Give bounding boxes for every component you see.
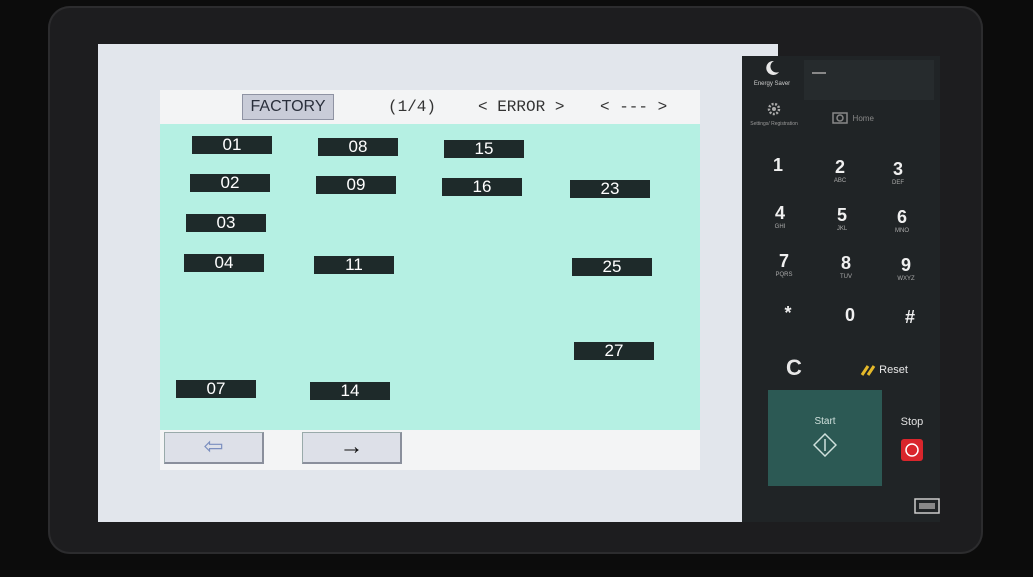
cell-11[interactable]: 11 xyxy=(314,256,394,274)
key-3-letters: DEF xyxy=(892,180,904,186)
key-4-digit: 4 xyxy=(774,203,785,223)
key-4-letters: GHI xyxy=(774,224,786,230)
moon-icon xyxy=(766,60,779,75)
key-7[interactable]: 7 PQRS xyxy=(754,250,814,290)
reset-button[interactable]: Reset xyxy=(834,356,934,384)
next-page-button[interactable]: → xyxy=(302,432,402,464)
page-indicator: (1/4) xyxy=(388,98,437,116)
key-9-letters: WXYZ xyxy=(897,276,915,282)
home-icon xyxy=(832,112,848,124)
key-9[interactable]: 9 WXYZ xyxy=(876,254,936,294)
stop-icon xyxy=(901,439,923,461)
sub-nav[interactable]: < --- > xyxy=(600,98,667,116)
clear-button[interactable]: C xyxy=(766,350,822,386)
key-8[interactable]: 8 TUV xyxy=(816,252,876,292)
key-0-digit: 0 xyxy=(844,305,855,325)
key-hash-symbol: # xyxy=(904,307,915,327)
cell-23[interactable]: 23 xyxy=(570,180,650,198)
start-diamond-icon xyxy=(812,432,838,458)
key-9-digit: 9 xyxy=(900,255,911,275)
cell-09[interactable]: 09 xyxy=(316,176,396,194)
energy-saver-button[interactable]: Energy Saver xyxy=(744,60,800,100)
reset-icon xyxy=(860,365,876,376)
cell-25[interactable]: 25 xyxy=(572,258,652,276)
gear-icon xyxy=(767,102,781,116)
home-button[interactable]: Home xyxy=(818,108,888,136)
key-6[interactable]: 6 MNO xyxy=(872,206,932,246)
key-5-letters: JKL xyxy=(836,226,848,232)
key-2-letters: ABC xyxy=(833,178,847,184)
key-star[interactable]: * xyxy=(758,302,818,342)
key-2-digit: 2 xyxy=(834,157,845,177)
key-7-digit: 7 xyxy=(778,251,789,271)
key-8-letters: TUV xyxy=(840,274,852,280)
stop-button[interactable]: Stop xyxy=(884,406,940,486)
cell-15[interactable]: 15 xyxy=(444,140,524,158)
error-code-grid: 01 02 03 04 07 08 09 11 14 15 16 23 25 2… xyxy=(160,124,700,430)
key-5-digit: 5 xyxy=(836,205,847,225)
key-8-digit: 8 xyxy=(840,253,851,273)
prev-page-button[interactable]: ⇦ xyxy=(164,432,264,464)
cell-14[interactable]: 14 xyxy=(310,382,390,400)
key-0[interactable]: 0 xyxy=(820,304,880,344)
factory-error-panel: FACTORY (1/4) < ERROR > < --- > 01 02 03… xyxy=(160,90,700,470)
start-button[interactable]: Start xyxy=(768,390,882,486)
cell-08[interactable]: 08 xyxy=(318,138,398,156)
key-7-letters: PQRS xyxy=(775,272,793,278)
cell-16[interactable]: 16 xyxy=(442,178,522,196)
factory-tab[interactable]: FACTORY xyxy=(242,94,334,120)
start-label: Start xyxy=(814,416,836,427)
cell-03[interactable]: 03 xyxy=(186,214,266,232)
key-6-digit: 6 xyxy=(896,207,907,227)
reset-label: Reset xyxy=(879,364,908,376)
key-2[interactable]: 2 ABC xyxy=(810,156,870,196)
home-label: Home xyxy=(852,114,874,123)
control-panel: Energy Saver Settings/ Registration Home… xyxy=(742,56,940,522)
key-6-letters: MNO xyxy=(895,228,909,234)
settings-button[interactable]: Settings/ Registration xyxy=(748,102,800,142)
key-3[interactable]: 3 DEF xyxy=(868,158,928,198)
settings-label: Settings/ Registration xyxy=(750,121,798,127)
key-1[interactable]: 1 xyxy=(748,154,808,194)
cell-01[interactable]: 01 xyxy=(192,136,272,154)
stop-label: Stop xyxy=(900,416,924,428)
cell-27[interactable]: 27 xyxy=(574,342,654,360)
key-4[interactable]: 4 GHI xyxy=(750,202,810,242)
status-display xyxy=(804,60,934,100)
energy-saver-label: Energy Saver xyxy=(753,81,791,87)
cell-07[interactable]: 07 xyxy=(176,380,256,398)
cell-02[interactable]: 02 xyxy=(190,174,270,192)
error-nav[interactable]: < ERROR > xyxy=(478,98,564,116)
counter-icon xyxy=(914,498,940,514)
status-dash xyxy=(812,72,826,74)
cell-04[interactable]: 04 xyxy=(184,254,264,272)
key-1-digit: 1 xyxy=(772,155,783,175)
key-hash[interactable]: # xyxy=(880,306,940,346)
key-3-digit: 3 xyxy=(892,159,903,179)
panel-header: FACTORY (1/4) < ERROR > < --- > xyxy=(160,90,700,124)
counter-button[interactable] xyxy=(914,498,940,514)
key-star-symbol: * xyxy=(784,303,792,323)
key-5[interactable]: 5 JKL xyxy=(812,204,872,244)
